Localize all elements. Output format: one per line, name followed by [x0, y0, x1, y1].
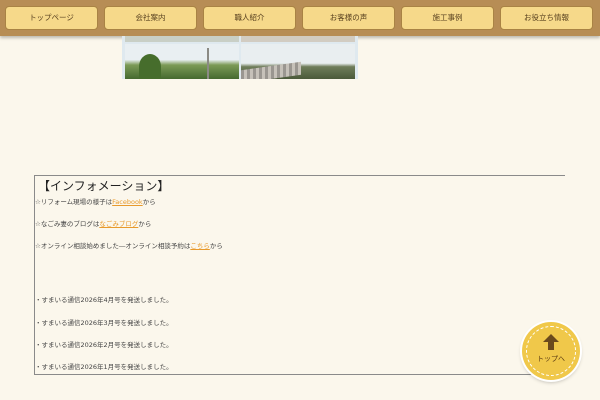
- nav-top-page[interactable]: トップページ: [5, 6, 98, 30]
- news-item: ・すまいる通信2026年3月号を発送しました。: [35, 319, 173, 327]
- news-item: ・すまいる通信2026年1月号を発送しました。: [35, 363, 173, 371]
- nav-customer-voice[interactable]: お客様の声: [302, 6, 395, 30]
- photo-1: [125, 36, 239, 42]
- nav-works[interactable]: 施工事例: [401, 6, 494, 30]
- nav-company[interactable]: 会社案内: [104, 6, 197, 30]
- nav-craftsmen[interactable]: 職人紹介: [203, 6, 296, 30]
- news-item: ・すまいる通信2026年4月号を発送しました。: [35, 296, 173, 304]
- photo-2: [241, 36, 355, 42]
- information-title: 【インフォメーション】: [38, 179, 170, 193]
- photo-roof: [241, 44, 355, 79]
- arrow-up-icon: [543, 334, 559, 350]
- consult-link[interactable]: こちら: [190, 242, 210, 250]
- news-item: ・すまいる通信2026年2月号を発送しました。: [35, 341, 173, 349]
- blog-link[interactable]: なごみブログ: [99, 220, 138, 228]
- photo-grid: [122, 36, 358, 79]
- facebook-line: ☆リフォーム現場の様子はFacebookから: [35, 198, 156, 206]
- blog-line: ☆なごみ妻のブログはなごみブログから: [35, 220, 152, 228]
- back-to-top-button[interactable]: トップへ: [522, 322, 580, 380]
- global-nav: トップページ 会社案内 職人紹介 お客様の声 施工事例 お役立ち情報: [0, 0, 600, 36]
- photo-landscape: [125, 44, 239, 79]
- online-consult-line: ☆オンライン相談始めました―オンライン相談予約はこちらから: [35, 242, 223, 250]
- nav-useful-info[interactable]: お役立ち情報: [500, 6, 593, 30]
- facebook-link[interactable]: Facebook: [112, 198, 143, 206]
- back-to-top-label: トップへ: [537, 355, 565, 363]
